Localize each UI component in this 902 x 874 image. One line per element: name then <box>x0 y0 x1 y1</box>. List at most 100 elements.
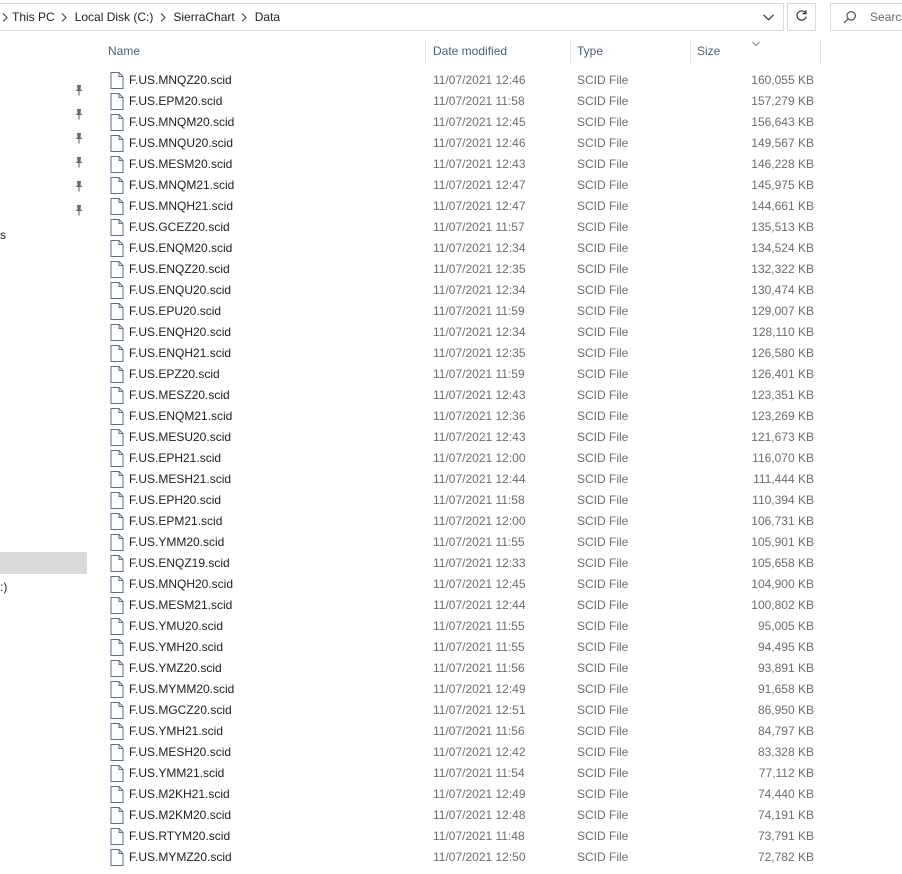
document-icon <box>110 345 124 362</box>
file-row[interactable]: F.US.YMH20.scid 11/07/2021 11:55 SCID File… <box>100 637 822 658</box>
column-divider[interactable] <box>820 40 821 64</box>
document-icon <box>110 618 124 635</box>
nav-item-label[interactable]: :) <box>0 579 7 595</box>
sort-descending-icon <box>752 36 760 47</box>
breadcrumb-this-pc[interactable]: This PC <box>12 4 55 30</box>
file-row[interactable]: F.US.MNQH20.scid 11/07/2021 12:45 SCID Fil… <box>100 574 822 595</box>
file-row[interactable]: F.US.MNQU20.scid 11/07/2021 12:46 SCID Fil… <box>100 133 822 154</box>
document-icon <box>110 660 124 677</box>
file-row[interactable]: F.US.GCEZ20.scid 11/07/2021 11:57 SCID Fil… <box>100 217 822 238</box>
file-type: SCID File <box>577 94 629 108</box>
pin-icon[interactable] <box>74 180 84 192</box>
file-row[interactable]: F.US.MGCZ20.scid 11/07/2021 12:51 SCID Fil… <box>100 700 822 721</box>
breadcrumb-data[interactable]: Data <box>255 4 280 30</box>
pin-icon[interactable] <box>74 108 84 120</box>
file-name: F.US.MYMZ20.scid <box>129 850 232 864</box>
chevron-right-icon[interactable] <box>0 4 12 30</box>
column-divider[interactable] <box>570 40 571 64</box>
file-row[interactable]: F.US.MESH21.scid 11/07/2021 12:44 SCID Fil… <box>100 469 822 490</box>
file-type: SCID File <box>577 325 629 339</box>
breadcrumb-local-disk[interactable]: Local Disk (C:) <box>75 4 154 30</box>
file-row[interactable]: F.US.ENQZ20.scid 11/07/2021 12:35 SCID Fil… <box>100 259 822 280</box>
file-row[interactable]: F.US.EPM20.scid 11/07/2021 11:58 SCID File… <box>100 91 822 112</box>
file-row[interactable]: F.US.M2KH21.scid 11/07/2021 12:49 SCID Fil… <box>100 784 822 805</box>
file-size: 123,269 KB <box>751 409 814 423</box>
file-row[interactable]: F.US.MYMZ20.scid 11/07/2021 12:50 SCID Fil… <box>100 847 822 868</box>
file-type: SCID File <box>577 451 629 465</box>
breadcrumb-sierrachart[interactable]: SierraChart <box>173 4 234 30</box>
address-bar[interactable]: This PC Local Disk (C:) SierraChart Data <box>0 3 784 31</box>
file-size: 72,782 KB <box>757 850 814 864</box>
navigation-pane[interactable]: s :) <box>0 36 88 874</box>
file-row[interactable]: F.US.YMZ20.scid 11/07/2021 11:56 SCID File… <box>100 658 822 679</box>
file-row[interactable]: F.US.MNQH21.scid 11/07/2021 12:47 SCID Fil… <box>100 196 822 217</box>
file-name: F.US.MESM21.scid <box>129 598 233 612</box>
file-name: F.US.YMM21.scid <box>129 766 225 780</box>
file-size: 77,112 KB <box>758 766 814 780</box>
column-header-size[interactable]: Size <box>697 42 720 66</box>
document-icon <box>110 702 124 719</box>
file-row[interactable]: F.US.EPH20.scid 11/07/2021 11:58 SCID File… <box>100 490 822 511</box>
file-row[interactable]: F.US.ENQM21.scid 11/07/2021 12:36 SCID Fil… <box>100 406 822 427</box>
file-row[interactable]: F.US.MNQZ20.scid 11/07/2021 12:46 SCID Fil… <box>100 70 822 91</box>
file-row[interactable]: F.US.M2KM20.scid 11/07/2021 12:48 SCID Fil… <box>100 805 822 826</box>
file-date-modified: 11/07/2021 12:45 <box>433 577 526 591</box>
file-row[interactable]: F.US.MNQM20.scid 11/07/2021 12:45 SCID Fil… <box>100 112 822 133</box>
file-row[interactable]: F.US.YMU20.scid 11/07/2021 11:55 SCID File… <box>100 616 822 637</box>
file-date-modified: 11/07/2021 12:49 <box>433 787 526 801</box>
file-type: SCID File <box>577 199 629 213</box>
file-row[interactable]: F.US.ENQM20.scid 11/07/2021 12:34 SCID Fil… <box>100 238 822 259</box>
file-row[interactable]: F.US.EPH21.scid 11/07/2021 12:00 SCID File… <box>100 448 822 469</box>
file-row[interactable]: F.US.YMH21.scid 11/07/2021 11:56 SCID File… <box>100 721 822 742</box>
file-row[interactable]: F.US.YMM21.scid 11/07/2021 11:54 SCID File… <box>100 763 822 784</box>
column-header-name[interactable]: Name <box>108 42 140 66</box>
file-row[interactable]: F.US.EPM21.scid 11/07/2021 12:00 SCID File… <box>100 511 822 532</box>
pin-icon[interactable] <box>74 156 84 168</box>
file-row[interactable]: F.US.MESZ20.scid 11/07/2021 12:43 SCID Fil… <box>100 385 822 406</box>
file-row[interactable]: F.US.MYMM20.scid 11/07/2021 12:49 SCID Fil… <box>100 679 822 700</box>
file-row[interactable]: F.US.MESM21.scid 11/07/2021 12:44 SCID Fil… <box>100 595 822 616</box>
nav-item-label[interactable]: s <box>0 227 6 243</box>
file-row[interactable]: F.US.MNQM21.scid 11/07/2021 12:47 SCID Fil… <box>100 175 822 196</box>
pin-icon[interactable] <box>74 132 84 144</box>
refresh-button[interactable] <box>787 3 816 31</box>
nav-item-selected[interactable] <box>0 552 87 574</box>
file-row[interactable]: F.US.MESH20.scid 11/07/2021 12:42 SCID Fil… <box>100 742 822 763</box>
file-row[interactable]: F.US.ENQZ19.scid 11/07/2021 12:33 SCID Fil… <box>100 553 822 574</box>
chevron-right-icon[interactable] <box>153 4 173 30</box>
file-row[interactable]: F.US.ENQH20.scid 11/07/2021 12:34 SCID Fil… <box>100 322 822 343</box>
chevron-right-icon[interactable] <box>55 4 75 30</box>
file-size: 146,228 KB <box>751 157 814 171</box>
file-list[interactable]: Name Date modified Type Size F.US.MNQZ20… <box>100 36 822 874</box>
file-size: 129,007 KB <box>751 304 814 318</box>
address-history-dropdown[interactable] <box>757 4 779 30</box>
file-row[interactable]: F.US.RTYM20.scid 11/07/2021 11:48 SCID Fil… <box>100 826 822 847</box>
file-row[interactable]: F.US.ENQU20.scid 11/07/2021 12:34 SCID Fil… <box>100 280 822 301</box>
document-icon <box>110 723 124 740</box>
file-row[interactable]: F.US.MESU20.scid 11/07/2021 12:43 SCID Fil… <box>100 427 822 448</box>
search-input[interactable]: Search <box>830 3 902 31</box>
pin-icon[interactable] <box>74 84 84 96</box>
file-row[interactable]: F.US.EPZ20.scid 11/07/2021 11:59 SCID File… <box>100 364 822 385</box>
file-row[interactable]: F.US.YMM20.scid 11/07/2021 11:55 SCID File… <box>100 532 822 553</box>
pin-icon[interactable] <box>74 204 84 216</box>
file-date-modified: 11/07/2021 11:59 <box>433 304 525 318</box>
chevron-right-icon[interactable] <box>235 4 255 30</box>
file-row[interactable]: F.US.ENQH21.scid 11/07/2021 12:35 SCID Fil… <box>100 343 822 364</box>
file-size: 91,658 KB <box>757 682 814 696</box>
file-date-modified: 11/07/2021 12:35 <box>433 262 526 276</box>
column-divider[interactable] <box>425 40 426 64</box>
file-size: 73,791 KB <box>757 829 814 843</box>
column-header-date-modified[interactable]: Date modified <box>433 42 507 66</box>
file-name: F.US.EPM21.scid <box>129 514 223 528</box>
file-row[interactable]: F.US.MESM20.scid 11/07/2021 12:43 SCID Fil… <box>100 154 822 175</box>
document-icon <box>110 156 124 173</box>
column-header-type[interactable]: Type <box>577 42 603 66</box>
column-divider[interactable] <box>690 40 691 64</box>
file-size: 157,279 KB <box>751 94 814 108</box>
file-size: 105,658 KB <box>751 556 814 570</box>
file-row[interactable]: F.US.EPU20.scid 11/07/2021 11:59 SCID File… <box>100 301 822 322</box>
file-date-modified: 11/07/2021 12:00 <box>433 451 526 465</box>
file-type: SCID File <box>577 787 629 801</box>
file-name: F.US.M2KM20.scid <box>129 808 232 822</box>
